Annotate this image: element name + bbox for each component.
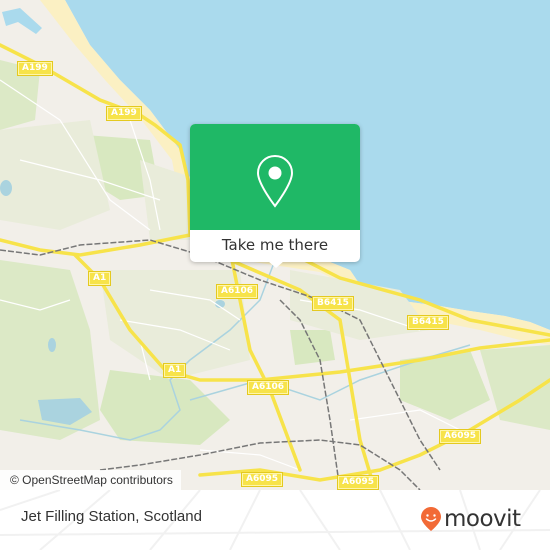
road-label-a199: A199	[17, 61, 53, 76]
road-label-a6095: A6095	[438, 429, 482, 444]
residential	[0, 120, 110, 230]
road-label-a1: A1	[87, 271, 112, 286]
pond	[0, 180, 12, 196]
park	[290, 330, 335, 365]
road-label-a6106: A6106	[215, 284, 259, 299]
road-label-a1: A1	[162, 363, 187, 378]
road-label-a6106: A6106	[246, 380, 290, 395]
map-canvas[interactable]: A199 A199 A1 A6106 B6415 B6415 A1 A6106 …	[0, 0, 550, 490]
road-label-b6415: B6415	[407, 315, 449, 330]
road-label-b6415: B6415	[312, 296, 354, 311]
popup-header	[190, 124, 360, 230]
place-name: Jet Filling Station, Scotland	[21, 508, 202, 525]
map-attribution[interactable]: © OpenStreetMap contributors	[0, 470, 181, 490]
pond	[48, 338, 56, 352]
moovit-pin-icon	[421, 507, 441, 531]
road-label-a199: A199	[106, 106, 142, 121]
moovit-wordmark: moovit	[444, 506, 521, 532]
moovit-logo[interactable]: moovit	[420, 506, 521, 532]
map-pin-icon	[256, 154, 294, 208]
road-label-a6095: A6095	[240, 472, 284, 487]
road-label-a6095: A6095	[336, 475, 380, 490]
take-me-there-button[interactable]: Take me there	[190, 230, 360, 262]
location-popup: Take me there	[190, 124, 360, 268]
footer: Jet Filling Station, Scotland moovit	[0, 490, 550, 550]
popup-tail	[268, 261, 284, 268]
